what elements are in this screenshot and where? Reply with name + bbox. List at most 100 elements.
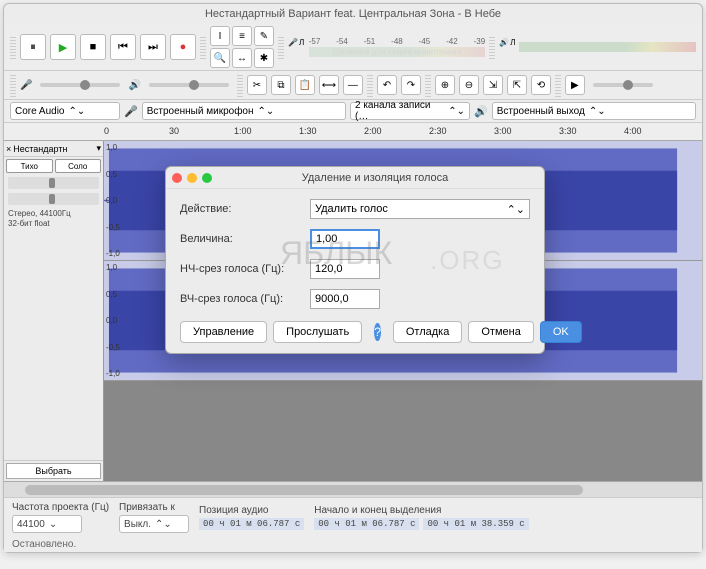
timeshift-tool-button[interactable]: ↔ <box>232 48 252 68</box>
device-toolbar: Core Audio⌃⌄ 🎤 Встроенный микрофон⌃⌄ 2 к… <box>4 100 702 123</box>
mic-icon: 🎤 <box>124 105 138 118</box>
record-meter[interactable]: -57 -54 -51 -48 -45 -42 -39 Щёлкните для… <box>309 37 486 57</box>
zoom-toggle-button[interactable]: ⟲ <box>531 75 551 95</box>
amplitude-scale: 1,00,50,0-0,5-1,0 <box>106 141 126 260</box>
multi-tool-button[interactable]: ✱ <box>254 48 274 68</box>
vocal-removal-dialog: Удаление и изоляция голоса Действие: Уда… <box>165 166 545 354</box>
selection-tool-button[interactable]: I <box>210 26 230 46</box>
grip-icon[interactable] <box>489 35 495 59</box>
undo-button[interactable]: ↶ <box>377 75 397 95</box>
redo-button[interactable]: ↷ <box>401 75 421 95</box>
window-title: Нестандартный Вариант feat. Центральная … <box>4 4 702 24</box>
preview-button[interactable]: Прослушать <box>273 321 362 343</box>
silence-button[interactable]: — <box>343 75 363 95</box>
audio-position-value[interactable]: 00 ч 01 м 06.787 с <box>199 518 304 530</box>
input-device-select[interactable]: Встроенный микрофон⌃⌄ <box>142 102 346 120</box>
paste-button[interactable]: 📋 <box>295 75 315 95</box>
gain-slider[interactable] <box>8 177 99 189</box>
track-select-button[interactable]: Выбрать <box>6 463 101 479</box>
action-select[interactable]: Удалить голос⌃⌄ <box>310 199 530 219</box>
chevron-icon: ⌃⌄ <box>68 106 85 117</box>
speaker-icon: 🔊 <box>474 105 488 118</box>
zoom-in-button[interactable]: ⊕ <box>435 75 455 95</box>
track-menu-button[interactable]: ▾ <box>96 143 101 154</box>
selection-label: Начало и конец выделения <box>314 505 528 516</box>
selection-end-value[interactable]: 00 ч 01 м 38.359 с <box>423 518 528 530</box>
track-info: Стерео, 44100Гц 32-бит float <box>4 207 103 230</box>
draw-tool-button[interactable]: ✎ <box>254 26 274 46</box>
ok-button[interactable]: OK <box>540 321 582 343</box>
playback-meter[interactable] <box>519 42 696 52</box>
selection-start-value[interactable]: 00 ч 01 м 06.787 с <box>314 518 419 530</box>
horizontal-scrollbar[interactable] <box>4 481 702 497</box>
zoom-out-button[interactable]: ⊖ <box>459 75 479 95</box>
help-button[interactable]: ? <box>374 323 381 341</box>
project-rate-label: Частота проекта (Гц) <box>12 502 109 513</box>
project-rate-select[interactable]: 44100⌄ <box>12 515 82 533</box>
speaker-icon: 🔊 <box>499 38 509 47</box>
play-at-speed-button[interactable]: ▶ <box>565 75 585 95</box>
output-device-select[interactable]: Встроенный выход⌃⌄ <box>492 102 696 120</box>
highcut-label: ВЧ-срез голоса (Гц): <box>180 293 310 305</box>
cut-button[interactable]: ✂ <box>247 75 267 95</box>
lowcut-input[interactable] <box>310 259 380 279</box>
empty-track-area[interactable] <box>104 381 702 481</box>
manage-button[interactable]: Управление <box>180 321 267 343</box>
track-name[interactable]: Нестандартн <box>13 144 94 154</box>
mute-button[interactable]: Тихо <box>6 159 53 173</box>
pause-button[interactable]: ⏸ <box>20 34 46 60</box>
action-label: Действие: <box>180 203 310 215</box>
status-bar: Остановлено. <box>4 537 702 552</box>
close-window-button[interactable] <box>172 173 182 183</box>
amount-label: Величина: <box>180 233 310 245</box>
cancel-button[interactable]: Отмена <box>468 321 533 343</box>
mic-icon: 🎤 <box>20 80 32 91</box>
minimize-window-button[interactable] <box>187 173 197 183</box>
record-button[interactable]: ● <box>170 34 196 60</box>
fit-selection-button[interactable]: ⇲ <box>483 75 503 95</box>
record-volume-slider[interactable] <box>40 83 120 87</box>
grip-icon[interactable] <box>10 35 16 59</box>
fit-project-button[interactable]: ⇱ <box>507 75 527 95</box>
close-track-button[interactable]: × <box>6 144 11 154</box>
toolbar-main: ⏸ ▶ ■ ⏮ ⏭ ● I ≡ ✎ 🔍 ↔ ✱ 🎤Л 🎤П -57 -54 -5… <box>4 24 702 71</box>
grip-icon[interactable] <box>555 73 561 97</box>
stop-button[interactable]: ■ <box>80 34 106 60</box>
chevron-icon: ⌃⌄ <box>589 106 606 117</box>
amount-input[interactable] <box>310 229 380 249</box>
debug-button[interactable]: Отладка <box>393 321 462 343</box>
host-select[interactable]: Core Audio⌃⌄ <box>10 102 120 120</box>
skip-end-button[interactable]: ⏭ <box>140 34 166 60</box>
zoom-tool-button[interactable]: 🔍 <box>210 48 230 68</box>
grip-icon[interactable] <box>10 73 16 97</box>
playback-volume-slider[interactable] <box>149 83 229 87</box>
zoom-window-button[interactable] <box>202 173 212 183</box>
grip-icon[interactable] <box>200 35 206 59</box>
copy-button[interactable]: ⧉ <box>271 75 291 95</box>
selection-toolbar: Частота проекта (Гц) 44100⌄ Привязать к … <box>4 497 702 537</box>
timeline-ruler[interactable]: 0 30 1:00 1:30 2:00 2:30 3:00 3:30 4:00 <box>4 123 702 141</box>
grip-icon[interactable] <box>237 73 243 97</box>
envelope-tool-button[interactable]: ≡ <box>232 26 252 46</box>
chevron-icon: ⌃⌄ <box>448 106 465 117</box>
dialog-title: Удаление и изоляция голоса <box>212 172 538 184</box>
trim-button[interactable]: ⟷ <box>319 75 339 95</box>
audio-position-label: Позиция аудио <box>199 505 304 516</box>
chevron-icon: ⌃⌄ <box>155 519 172 530</box>
snap-label: Привязать к <box>119 502 189 513</box>
pan-slider[interactable] <box>8 193 99 205</box>
grip-icon[interactable] <box>367 73 373 97</box>
skip-start-button[interactable]: ⏮ <box>110 34 136 60</box>
amplitude-scale: 1,00,50,0-0,5-1,0 <box>106 261 126 380</box>
snap-select[interactable]: Выкл.⌃⌄ <box>119 515 189 533</box>
grip-icon[interactable] <box>278 35 284 59</box>
lowcut-label: НЧ-срез голоса (Гц): <box>180 263 310 275</box>
chevron-icon: ⌃⌄ <box>507 203 525 216</box>
chevron-icon: ⌃⌄ <box>258 106 275 117</box>
play-speed-slider[interactable] <box>593 83 653 87</box>
highcut-input[interactable] <box>310 289 380 309</box>
solo-button[interactable]: Соло <box>55 159 102 173</box>
play-button[interactable]: ▶ <box>50 34 76 60</box>
channels-select[interactable]: 2 канала записи (…⌃⌄ <box>350 102 470 120</box>
grip-icon[interactable] <box>425 73 431 97</box>
